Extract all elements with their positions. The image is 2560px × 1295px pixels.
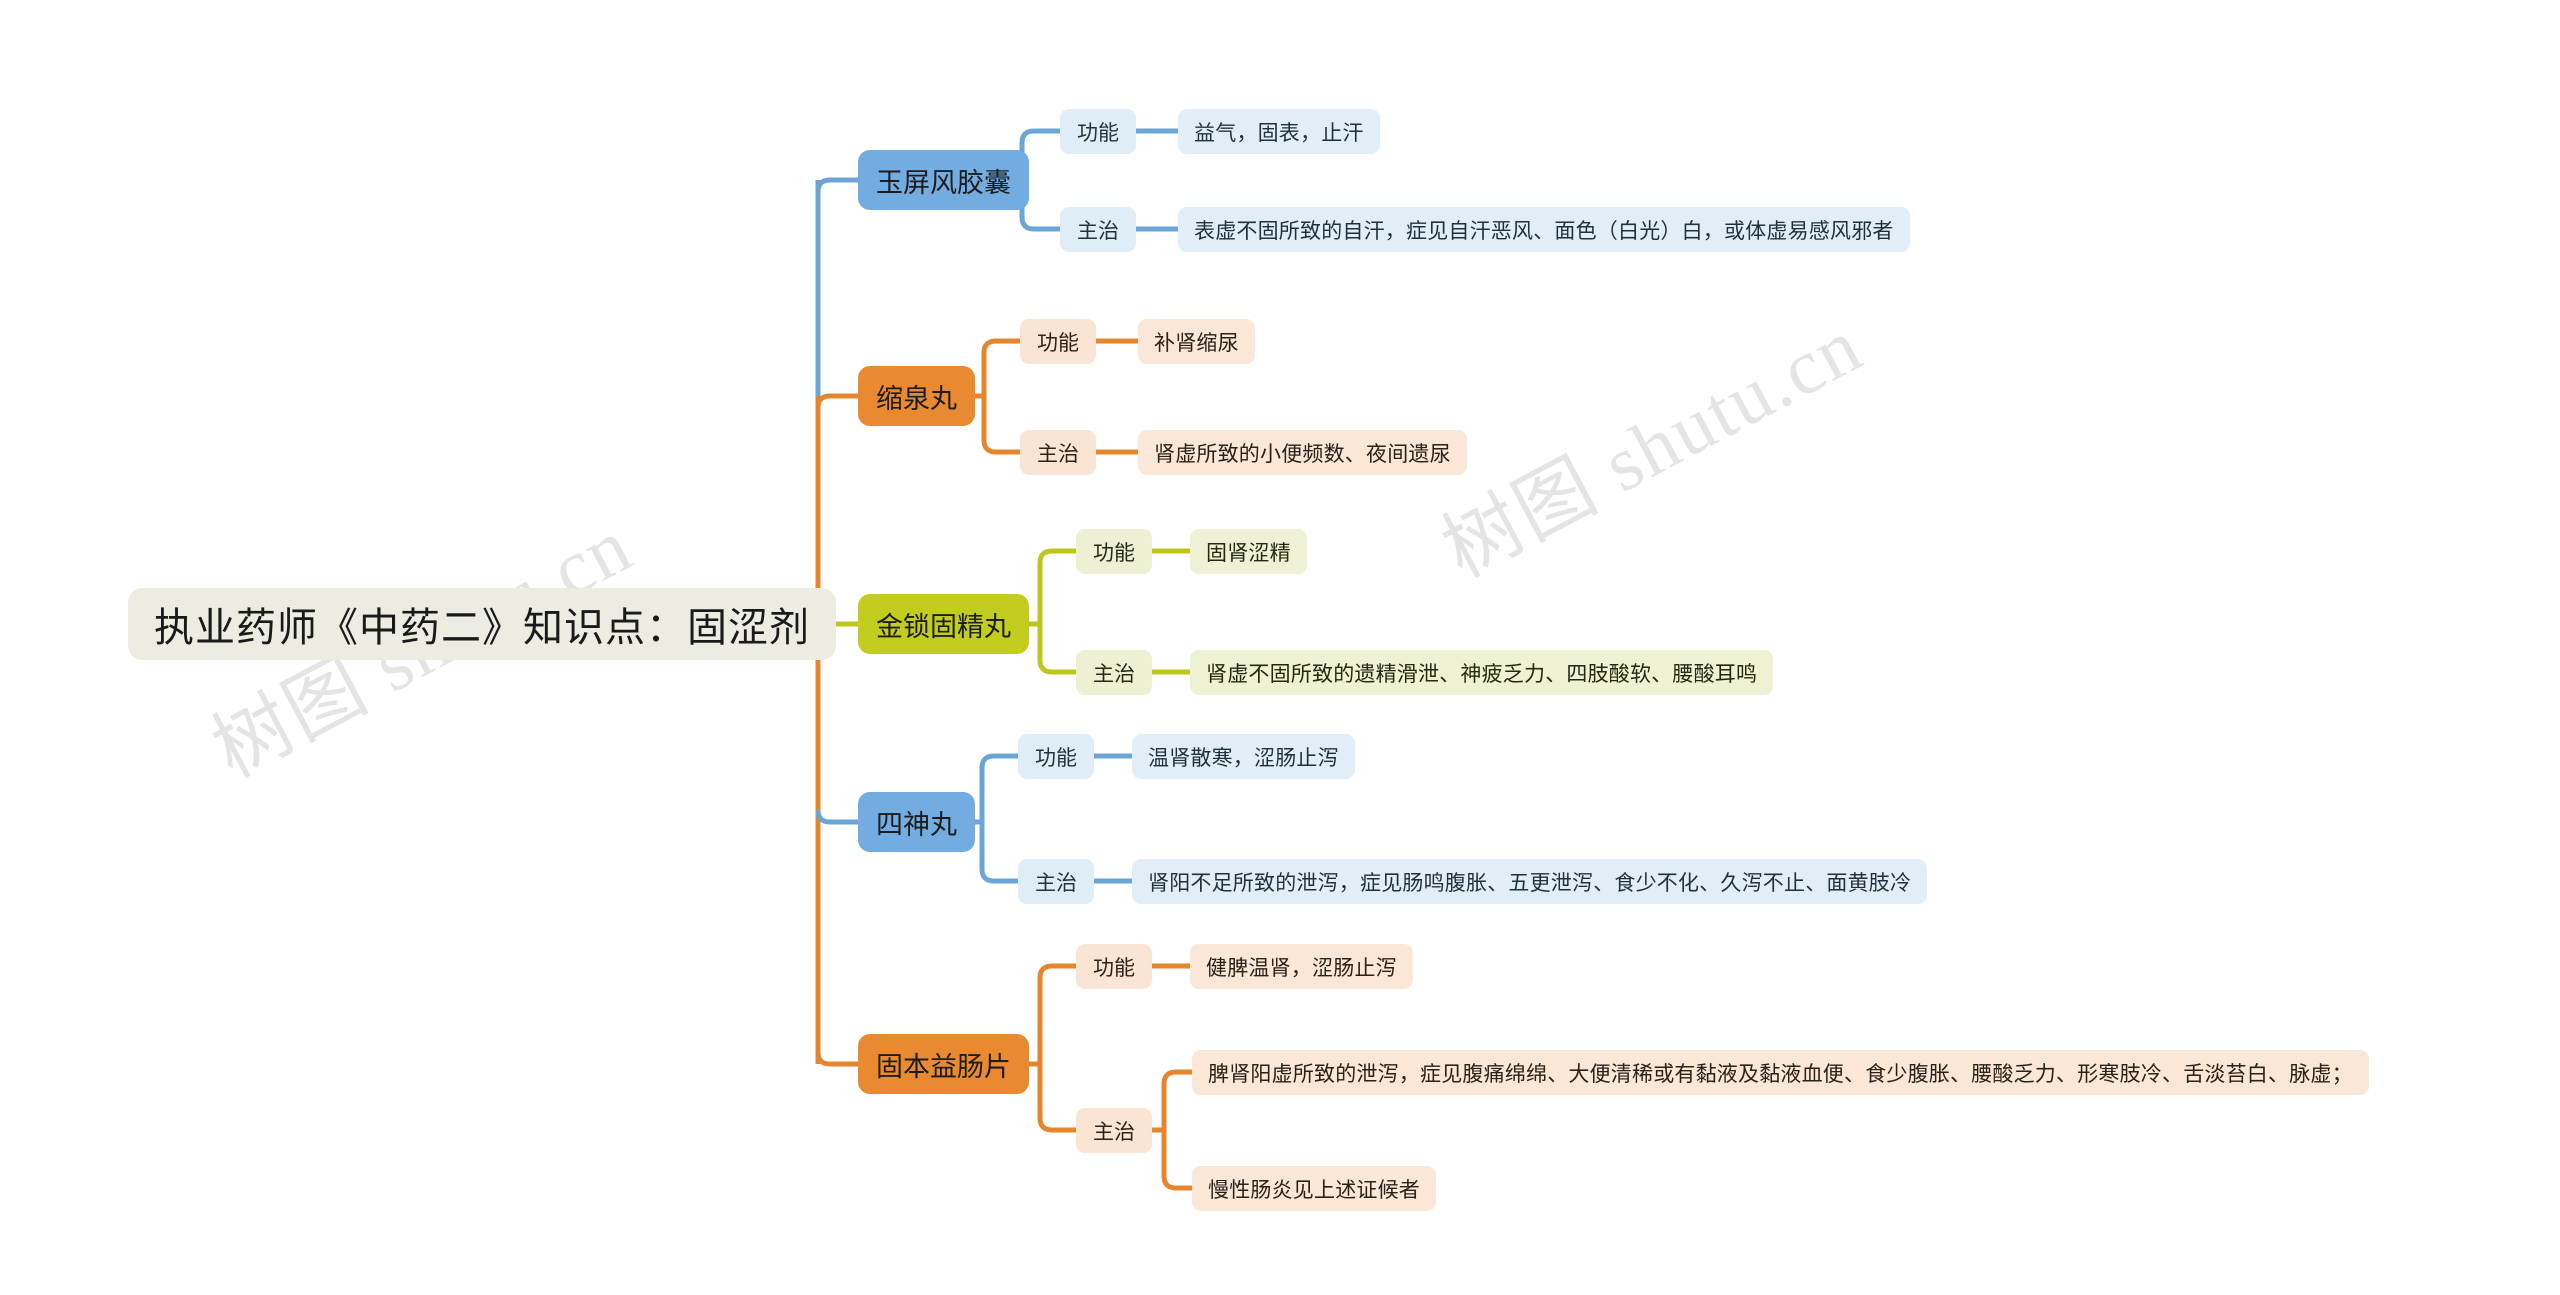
leaf-node-sishenwan-indication-value[interactable]: 肾阳不足所致的泄泻，症见肠鸣腹胀、五更泄泻、食少不化、久泻不止、面黄肢冷: [1132, 859, 1928, 904]
key-label: 功能: [1035, 746, 1077, 770]
topic-label: 金锁固精丸: [876, 611, 1011, 642]
key-node-yupingfeng-function[interactable]: 功能: [1060, 109, 1136, 154]
key-node-suoquanwan-function[interactable]: 功能: [1020, 319, 1096, 364]
leaf-text: 慢性肠炎见上述证候者: [1208, 1178, 1420, 1202]
key-node-gubenyichangpian-indication[interactable]: 主治: [1076, 1108, 1152, 1153]
leaf-text: 补肾缩尿: [1154, 331, 1239, 355]
key-label: 功能: [1037, 331, 1079, 355]
key-label: 主治: [1035, 871, 1077, 895]
leaf-node-gubenyichangpian-indication-value-2[interactable]: 慢性肠炎见上述证候者: [1192, 1166, 1436, 1211]
leaf-text: 肾阳不足所致的泄泻，症见肠鸣腹胀、五更泄泻、食少不化、久泻不止、面黄肢冷: [1148, 871, 1912, 895]
leaf-text: 固肾涩精: [1206, 541, 1291, 565]
topic-node-yupingfeng[interactable]: 玉屏风胶囊: [858, 150, 1029, 210]
mindmap-canvas: 树图 shutu.cn 树图 shutu.cn: [0, 0, 2560, 1295]
topic-node-jinsuogujingwan[interactable]: 金锁固精丸: [858, 594, 1029, 654]
leaf-node-gubenyichangpian-indication-value-1[interactable]: 脾肾阳虚所致的泄泻，症见腹痛绵绵、大便清稀或有黏液及黏液血便、食少腹胀、腰酸乏力…: [1192, 1050, 2369, 1095]
key-label: 功能: [1077, 121, 1119, 145]
key-label: 主治: [1077, 219, 1119, 243]
leaf-node-sishenwan-function-value[interactable]: 温肾散寒，涩肠止泻: [1132, 734, 1355, 779]
topic-label: 缩泉丸: [876, 383, 957, 414]
key-node-gubenyichangpian-function[interactable]: 功能: [1076, 944, 1152, 989]
topic-node-gubenyichangpian[interactable]: 固本益肠片: [858, 1034, 1029, 1094]
key-label: 功能: [1093, 541, 1135, 565]
leaf-text: 温肾散寒，涩肠止泻: [1148, 746, 1339, 770]
leaf-node-suoquanwan-function-value[interactable]: 补肾缩尿: [1138, 319, 1255, 364]
leaf-text: 肾虚所致的小便频数、夜间遗尿: [1154, 442, 1451, 466]
root-node[interactable]: 执业药师《中药二》知识点：固涩剂: [128, 588, 836, 660]
leaf-text: 表虚不固所致的自汗，症见自汗恶风、面色（白光）白，或体虚易感风邪者: [1194, 219, 1894, 243]
leaf-node-yupingfeng-indication-value[interactable]: 表虚不固所致的自汗，症见自汗恶风、面色（白光）白，或体虚易感风邪者: [1178, 207, 1910, 252]
key-node-sishenwan-indication[interactable]: 主治: [1018, 859, 1094, 904]
leaf-node-suoquanwan-indication-value[interactable]: 肾虚所致的小便频数、夜间遗尿: [1138, 430, 1467, 475]
key-label: 主治: [1093, 1120, 1135, 1144]
leaf-node-yupingfeng-function-value[interactable]: 益气，固表，止汗: [1178, 109, 1380, 154]
key-node-sishenwan-function[interactable]: 功能: [1018, 734, 1094, 779]
leaf-node-jinsuogujingwan-function-value[interactable]: 固肾涩精: [1190, 529, 1307, 574]
key-node-suoquanwan-indication[interactable]: 主治: [1020, 430, 1096, 475]
key-label: 主治: [1093, 662, 1135, 686]
key-label: 功能: [1093, 956, 1135, 980]
topic-node-sishenwan[interactable]: 四神丸: [858, 792, 975, 852]
watermark-right: 树图 shutu.cn: [1428, 300, 1876, 594]
leaf-node-jinsuogujingwan-indication-value[interactable]: 肾虚不固所致的遗精滑泄、神疲乏力、四肢酸软、腰酸耳鸣: [1190, 650, 1774, 695]
topic-node-suoquanwan[interactable]: 缩泉丸: [858, 366, 975, 426]
leaf-text: 健脾温肾，涩肠止泻: [1206, 956, 1397, 980]
leaf-node-gubenyichangpian-function-value[interactable]: 健脾温肾，涩肠止泻: [1190, 944, 1413, 989]
leaf-text: 益气，固表，止汗: [1194, 121, 1364, 145]
topic-label: 玉屏风胶囊: [876, 167, 1011, 198]
key-label: 主治: [1037, 442, 1079, 466]
leaf-text: 脾肾阳虚所致的泄泻，症见腹痛绵绵、大便清稀或有黏液及黏液血便、食少腹胀、腰酸乏力…: [1208, 1062, 2353, 1086]
key-node-jinsuogujingwan-function[interactable]: 功能: [1076, 529, 1152, 574]
topic-label: 固本益肠片: [876, 1051, 1011, 1082]
key-node-jinsuogujingwan-indication[interactable]: 主治: [1076, 650, 1152, 695]
root-label: 执业药师《中药二》知识点：固涩剂: [154, 606, 810, 650]
topic-label: 四神丸: [876, 809, 957, 840]
leaf-text: 肾虚不固所致的遗精滑泄、神疲乏力、四肢酸软、腰酸耳鸣: [1206, 662, 1758, 686]
key-node-yupingfeng-indication[interactable]: 主治: [1060, 207, 1136, 252]
